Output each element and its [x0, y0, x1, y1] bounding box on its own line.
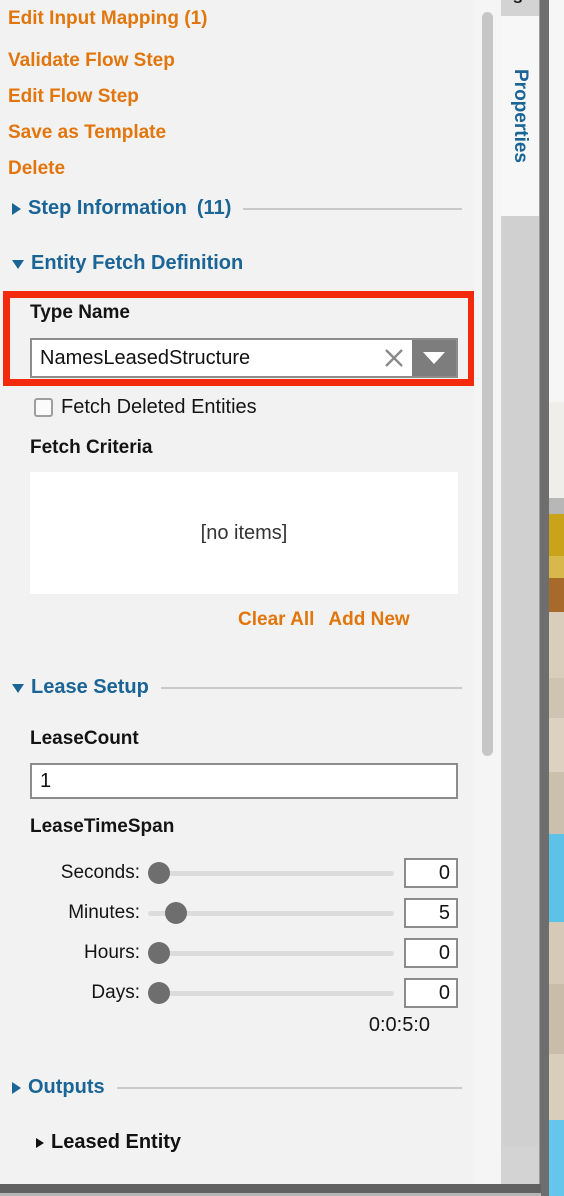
slider-row-days: Days: 0 — [30, 976, 458, 1010]
slider-track — [148, 990, 394, 996]
triangle-down-icon — [12, 684, 24, 693]
section-title-lease-setup: Lease Setup — [31, 676, 149, 698]
slider-track — [148, 950, 394, 956]
output-item-leased-entity[interactable]: Leased Entity — [36, 1131, 181, 1154]
section-header-lease-setup[interactable]: Lease Setup — [12, 676, 462, 699]
properties-content-panel: Edit Input Mapping (1) Validate Flow Ste… — [0, 0, 474, 1186]
section-title-outputs: Outputs — [28, 1076, 105, 1098]
add-new-button[interactable]: Add New — [328, 609, 409, 631]
tab-strip-filler — [503, 216, 538, 1146]
section-header-outputs[interactable]: Outputs — [12, 1076, 462, 1099]
slider-value-days[interactable]: 0 — [404, 978, 458, 1008]
triangle-right-icon — [36, 1137, 44, 1148]
slider-minutes[interactable] — [148, 899, 394, 927]
properties-tab-strip: s Properties — [501, 0, 540, 1196]
fetch-criteria-empty-text: [no items] — [200, 521, 288, 544]
tab-partial-label: s — [513, 0, 522, 8]
checkbox-icon[interactable] — [34, 398, 53, 417]
fetch-criteria-listbox[interactable]: [no items] — [30, 472, 458, 594]
label-lease-count: LeaseCount — [30, 728, 139, 749]
slider-hours[interactable] — [148, 939, 394, 967]
type-name-dropdown-button[interactable] — [412, 340, 456, 376]
action-delete[interactable]: Delete — [8, 158, 65, 180]
action-edit-flow-step[interactable]: Edit Flow Step — [8, 86, 139, 108]
type-name-combobox[interactable]: NamesLeasedStructure — [30, 338, 458, 378]
properties-panel-window: s Properties Edit Input Mapping (1) Vali… — [0, 0, 564, 1196]
slider-value-hours[interactable]: 0 — [404, 938, 458, 968]
fetch-criteria-actions: Clear All Add New — [238, 609, 410, 631]
slider-value-minutes[interactable]: 5 — [404, 898, 458, 928]
slider-value-seconds[interactable]: 0 — [404, 858, 458, 888]
lease-timespan-summary: 0:0:5:0 — [368, 1014, 430, 1036]
label-lease-timespan: LeaseTimeSpan — [30, 816, 175, 837]
triangle-right-icon — [12, 1081, 21, 1094]
clear-all-button[interactable]: Clear All — [238, 609, 314, 631]
section-title-entity-fetch-definition: Entity Fetch Definition — [31, 252, 244, 274]
slider-thumb-hours[interactable] — [148, 942, 170, 964]
slider-thumb-minutes[interactable] — [165, 902, 188, 924]
background-window-frame — [540, 0, 549, 1196]
slider-label-minutes: Minutes: — [68, 902, 140, 923]
triangle-right-icon — [12, 202, 21, 215]
slider-thumb-seconds[interactable] — [148, 862, 170, 884]
section-rule — [116, 1086, 462, 1089]
slider-label-seconds: Seconds: — [60, 862, 140, 883]
slider-track — [148, 870, 394, 876]
slider-days[interactable] — [148, 979, 394, 1007]
section-count-step-information: (11) — [196, 197, 232, 219]
checkbox-label-fetch-deleted-entities: Fetch Deleted Entities — [61, 396, 257, 418]
slider-row-hours: Hours: 0 — [30, 936, 458, 970]
vertical-scrollbar[interactable] — [474, 0, 501, 1196]
label-type-name: Type Name — [30, 302, 130, 323]
type-name-value[interactable]: NamesLeasedStructure — [32, 340, 376, 376]
lease-count-input[interactable]: 1 — [30, 763, 458, 799]
slider-seconds[interactable] — [148, 859, 394, 887]
section-title-step-information: Step Information — [28, 197, 187, 219]
checkbox-fetch-deleted-entities[interactable]: Fetch Deleted Entities — [34, 396, 257, 419]
close-x-icon[interactable] — [376, 340, 412, 376]
section-header-entity-fetch-definition[interactable]: Entity Fetch Definition — [12, 252, 462, 275]
background-window-sliver — [540, 0, 564, 1196]
label-fetch-criteria: Fetch Criteria — [30, 437, 153, 458]
slider-thumb-days[interactable] — [148, 982, 170, 1004]
action-edit-input-mapping[interactable]: Edit Input Mapping (1) — [8, 8, 207, 30]
slider-row-seconds: Seconds: 0 — [30, 856, 458, 890]
section-rule — [160, 686, 462, 689]
tab-properties[interactable]: Properties — [501, 16, 539, 216]
chevron-down-icon — [423, 352, 445, 364]
action-save-as-template[interactable]: Save as Template — [8, 122, 166, 144]
slider-row-minutes: Minutes: 5 — [30, 896, 458, 930]
tab-properties-label: Properties — [510, 69, 531, 163]
section-rule — [243, 207, 462, 210]
triangle-down-icon — [12, 260, 24, 269]
slider-label-hours: Hours: — [84, 942, 140, 963]
scrollbar-thumb[interactable] — [482, 12, 493, 756]
action-validate-flow-step[interactable]: Validate Flow Step — [8, 50, 175, 72]
output-item-label: Leased Entity — [51, 1131, 182, 1153]
tab-partial-above[interactable]: s — [501, 0, 539, 14]
section-header-step-information[interactable]: Step Information (11) — [12, 197, 462, 220]
window-bottom-bar — [0, 1184, 541, 1193]
slider-label-days: Days: — [91, 982, 140, 1003]
